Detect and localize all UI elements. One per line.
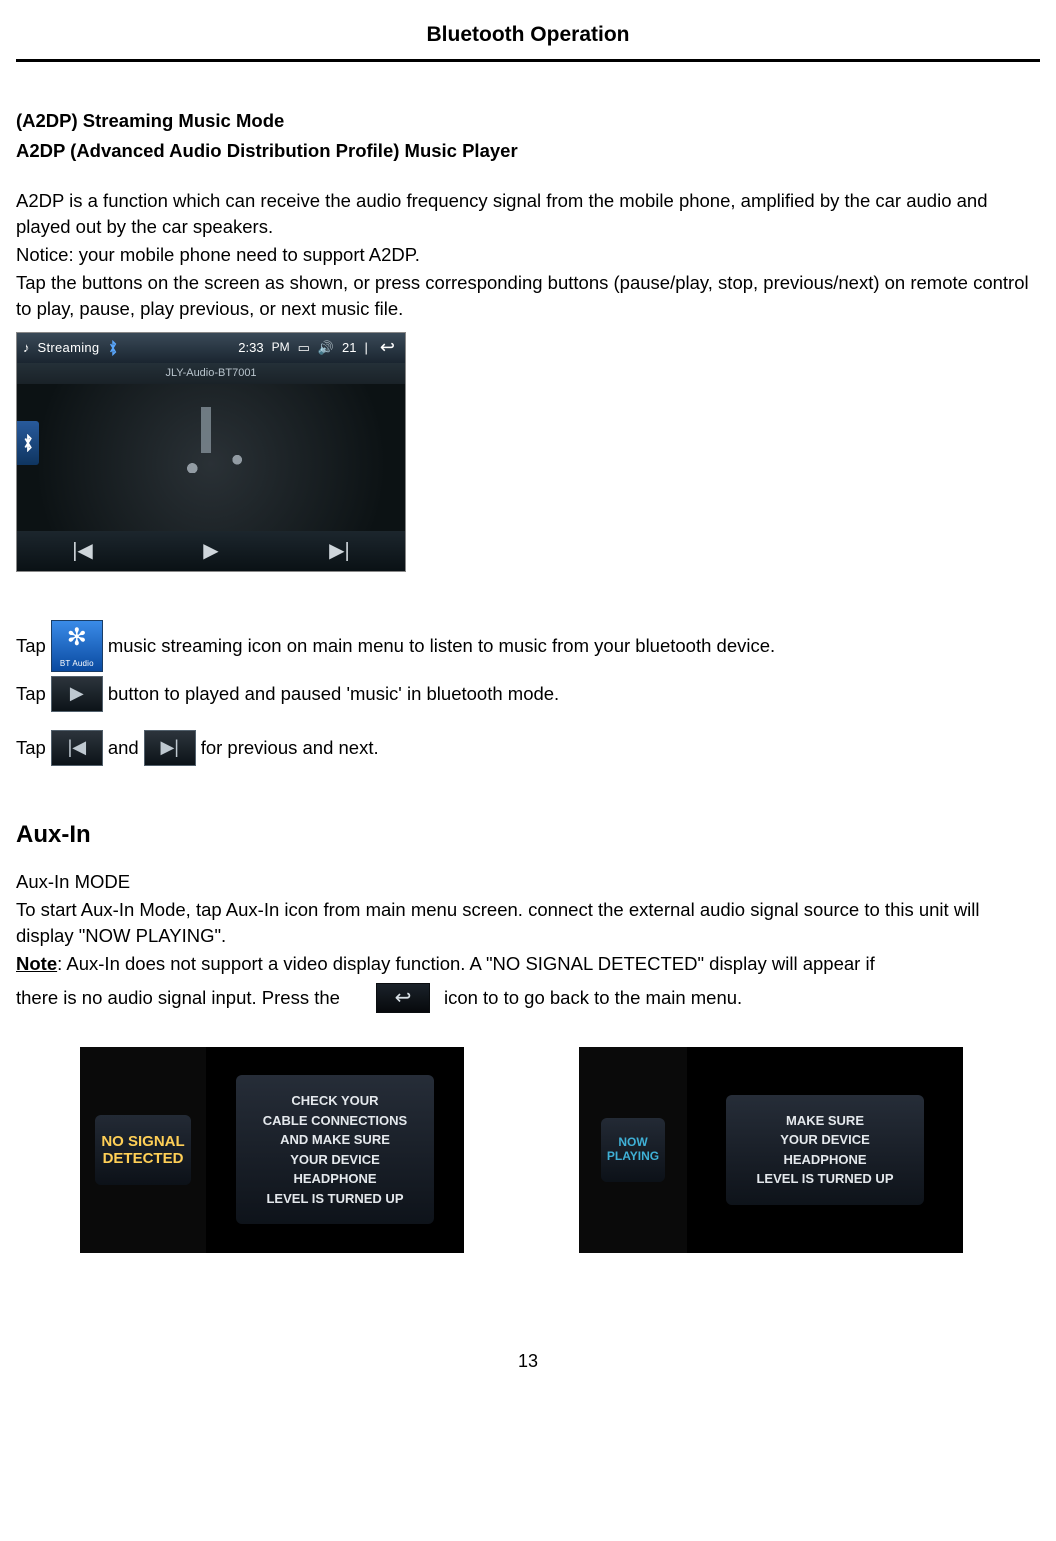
next-button[interactable]: ▶| [329,537,350,565]
back-icon[interactable]: ↩ [376,983,430,1013]
text: for previous and next. [201,735,379,761]
streaming-screenshot: ♪ Streaming 2:33 PM ▭ 🔊 21 | ↩ JLY-Audio… [16,332,406,572]
status-bar: ♪ Streaming 2:33 PM ▭ 🔊 21 | ↩ [17,333,405,363]
play-icon[interactable]: ▶ [51,676,103,712]
clock-time: 2:33 [238,339,263,357]
no-signal-message: CHECK YOUR CABLE CONNECTIONS AND MAKE SU… [236,1075,434,1224]
clock-ampm: PM [272,339,290,356]
a2dp-paragraph-1: A2DP is a function which can receive the… [16,188,1040,240]
text: Tap [16,735,46,761]
text: button to played and paused 'music' in b… [108,681,559,707]
music-icon [175,401,247,473]
previous-icon[interactable]: |◀ [51,730,103,766]
auxin-heading: Aux-In [16,818,1040,852]
sd-icon: ▭ [298,339,310,357]
auxin-no-signal-screenshot: NO SIGNAL DETECTED CHECK YOUR CABLE CONN… [80,1047,464,1253]
device-name: JLY-Audio-BT7001 [17,363,405,384]
music-note-icon: ♪ [23,339,30,357]
screen-title: Streaming [38,339,100,357]
bt-audio-icon[interactable] [51,620,103,672]
now-playing-badge: NOW PLAYING [601,1118,665,1182]
text: Tap [16,633,46,659]
auxin-note-line1: Note: Aux-In does not support a video di… [16,951,1040,977]
page-title: Bluetooth Operation [16,20,1040,62]
previous-button[interactable]: |◀ [72,537,93,565]
page-number: 13 [16,1349,1040,1374]
a2dp-paragraph-3: Tap the buttons on the screen as shown, … [16,270,1040,322]
text: and [108,735,139,761]
section-a2dp-title: (A2DP) Streaming Music Mode [16,108,1040,134]
auxin-mode-label: Aux-In MODE [16,869,1040,895]
text: icon to to go back to the main menu. [444,985,742,1011]
volume-level: 21 [342,339,356,357]
bluetooth-side-tab[interactable] [17,421,39,465]
play-button[interactable]: ▶ [203,537,218,565]
bluetooth-icon [107,340,119,356]
next-icon[interactable]: ▶| [144,730,196,766]
section-a2dp-subtitle: A2DP (Advanced Audio Distribution Profil… [16,138,1040,164]
note-label: Note [16,953,57,974]
back-icon[interactable]: ↩ [376,335,399,360]
now-playing-message: MAKE SURE YOUR DEVICE HEADPHONE LEVEL IS… [726,1095,924,1205]
text: Tap [16,681,46,707]
a2dp-paragraph-2: Notice: your mobile phone need to suppor… [16,242,1040,268]
text: there is no audio signal input. Press th… [16,985,340,1011]
text: : Aux-In does not support a video displa… [57,953,875,974]
auxin-paragraph: To start Aux-In Mode, tap Aux-In icon fr… [16,897,1040,949]
auxin-now-playing-screenshot: NOW PLAYING MAKE SURE YOUR DEVICE HEADPH… [579,1047,963,1253]
no-signal-badge: NO SIGNAL DETECTED [95,1115,190,1186]
text: music streaming icon on main menu to lis… [108,633,775,659]
speaker-icon: 🔊 [318,339,334,357]
